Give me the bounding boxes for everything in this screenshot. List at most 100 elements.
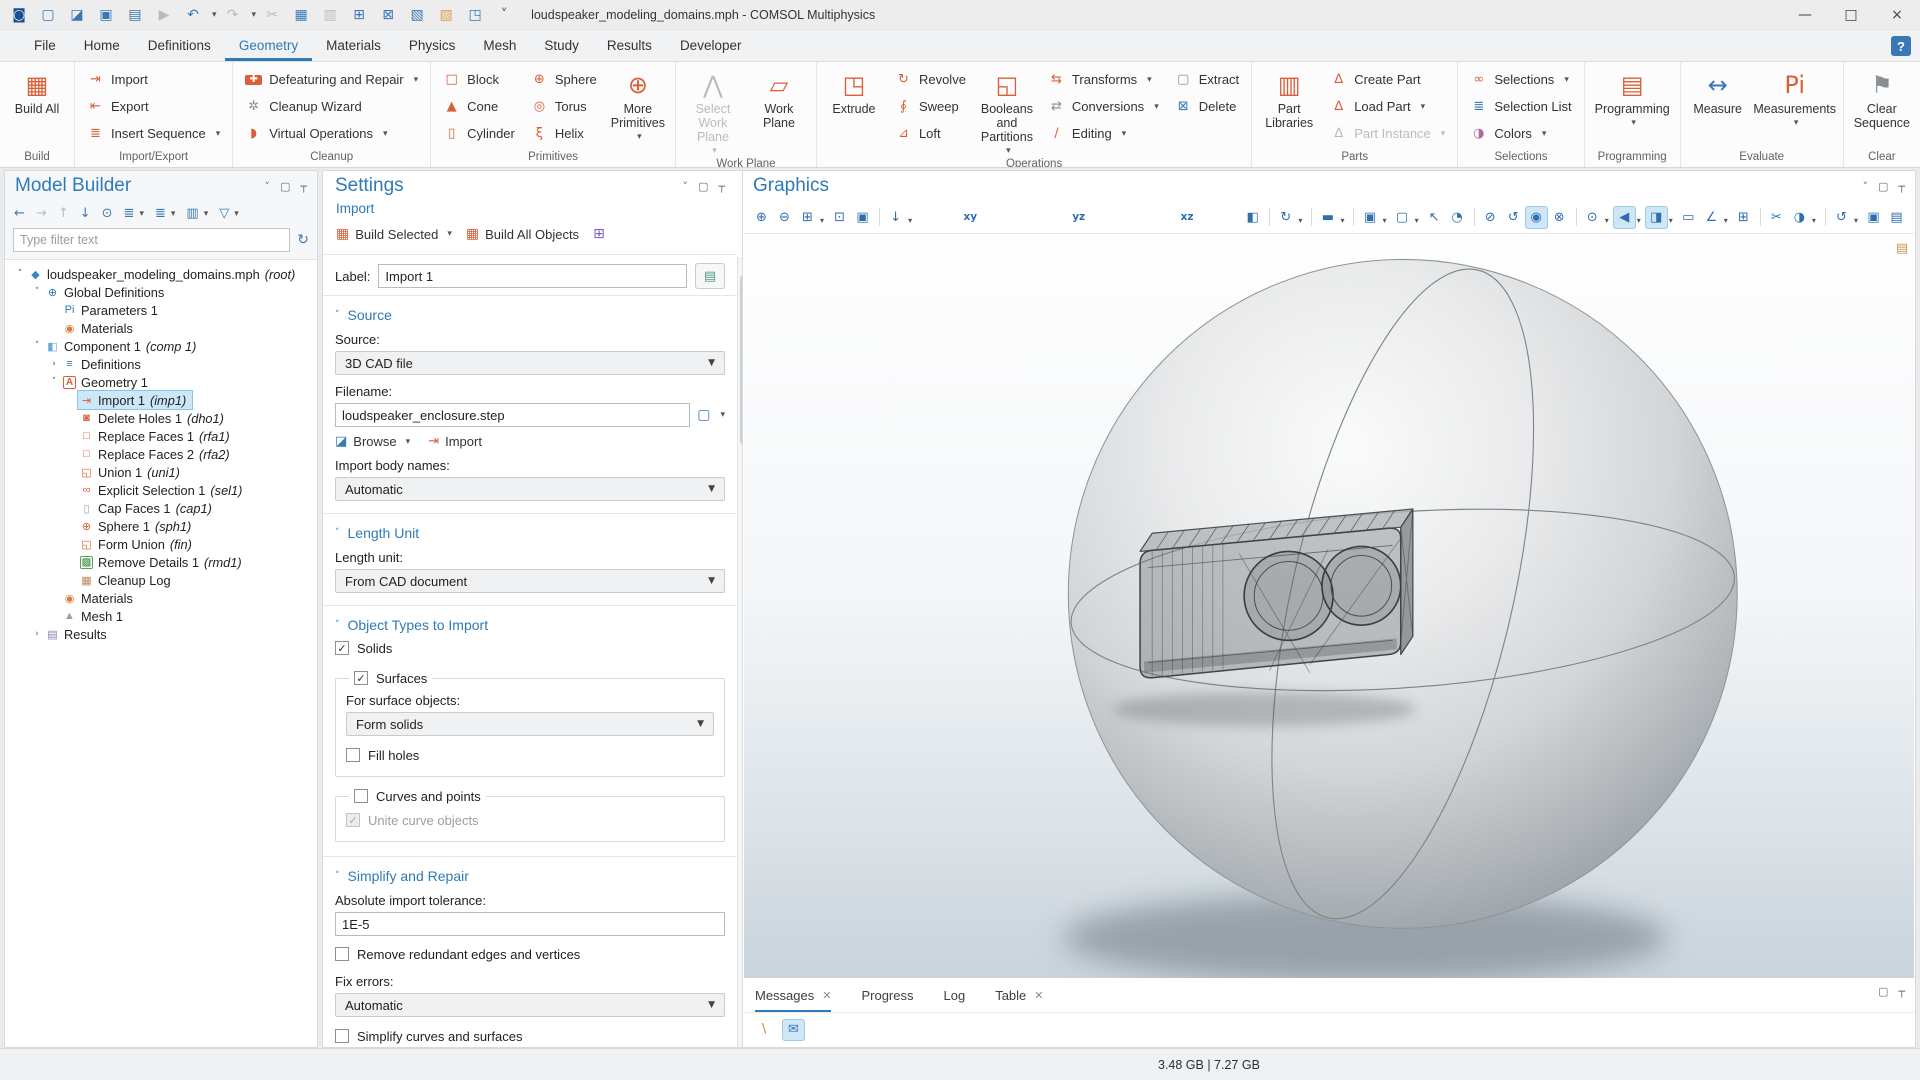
reset-hiding-icon[interactable]: ↺ bbox=[1502, 206, 1525, 229]
tree-toggle-icon[interactable]: › bbox=[47, 359, 61, 369]
section-object-types[interactable]: ˅Object Types to Import bbox=[335, 617, 725, 633]
ribbon-editing-button[interactable]: ∕Editing▾ bbox=[1041, 120, 1166, 147]
minimize-button[interactable]: — bbox=[1782, 0, 1828, 30]
panel-menu-icon[interactable]: ˅ bbox=[264, 181, 270, 192]
float-panel-icon[interactable]: ▢ bbox=[1878, 181, 1888, 192]
default-3d-view-icon[interactable]: ◧ bbox=[1241, 206, 1264, 229]
tree-filter-input[interactable] bbox=[13, 228, 290, 252]
redo-icon[interactable]: ↷ bbox=[220, 3, 246, 27]
ribbon-select-work-plane-button[interactable]: ⋀Select Work Plane▾ bbox=[681, 66, 745, 158]
view-axes-caret-icon[interactable]: ▾ bbox=[1724, 216, 1728, 225]
ribbon-revolve-button[interactable]: ↻Revolve bbox=[888, 66, 973, 93]
label-aux-button[interactable]: ▤ bbox=[695, 263, 725, 289]
float-panel-icon[interactable]: ▢ bbox=[698, 181, 708, 192]
tree-item-loudspeaker-modeling-domains-mph[interactable]: ˅◆loudspeaker_modeling_domains.mph(root) bbox=[5, 265, 317, 283]
color-palette-caret-icon[interactable]: ▾ bbox=[1812, 216, 1816, 225]
delete-icon[interactable]: ⊠ bbox=[375, 3, 401, 27]
length-unit-select[interactable]: From CAD document▼ bbox=[335, 569, 725, 593]
tree-item-mesh-1[interactable]: ▲Mesh 1 bbox=[5, 607, 317, 625]
sound-pressure-icon[interactable]: ◀ bbox=[1613, 206, 1636, 229]
grid-icon[interactable]: ⊞ bbox=[1732, 206, 1755, 229]
run-icon[interactable]: ▶ bbox=[151, 3, 177, 27]
tolerance-input[interactable] bbox=[335, 912, 725, 936]
tree-item-sphere-1[interactable]: ⊕Sphere 1(sph1) bbox=[5, 517, 317, 535]
fill-holes-checkbox[interactable]: Fill holes bbox=[346, 744, 714, 766]
pin-panel-icon[interactable]: ┬ bbox=[1898, 181, 1905, 192]
go-to-view-icon[interactable]: ↓ bbox=[884, 206, 907, 229]
forward-button[interactable]: → bbox=[36, 207, 47, 220]
view-yz-icon[interactable]: yz bbox=[1025, 206, 1133, 229]
material-rendering-icon[interactable]: ◨ bbox=[1645, 206, 1668, 229]
build-all-objects-button[interactable]: ▦ Build All Objects bbox=[466, 227, 579, 242]
print-icon[interactable]: ▤ bbox=[1885, 206, 1908, 229]
section-simplify-repair[interactable]: ˅Simplify and Repair bbox=[335, 868, 725, 884]
zoom-selected-icon[interactable]: ▣ bbox=[851, 206, 874, 229]
color-palette-icon[interactable]: ◑ bbox=[1788, 206, 1811, 229]
orbit-environment-icon[interactable]: ⊙ bbox=[1581, 206, 1604, 229]
ribbon-part-libraries-button[interactable]: ▥Part Libraries bbox=[1257, 66, 1321, 147]
close-button[interactable]: × bbox=[1874, 0, 1920, 30]
new-file-icon[interactable]: ▢ bbox=[35, 3, 61, 27]
paste-icon[interactable]: ▥ bbox=[317, 3, 343, 27]
file-location-icon[interactable]: ▢ bbox=[697, 407, 710, 423]
help-button[interactable]: ? bbox=[1891, 36, 1911, 56]
panel-menu-icon[interactable]: ˅ bbox=[1862, 181, 1868, 192]
tree-toggle-icon[interactable]: › bbox=[30, 629, 44, 639]
ribbon-virtual-operations-button[interactable]: ◗Virtual Operations▾ bbox=[238, 120, 425, 147]
ribbon-programming-button[interactable]: ▤Programming▾ bbox=[1590, 66, 1675, 146]
remove-redundant-checkbox[interactable]: Remove redundant edges and vertices bbox=[335, 943, 725, 965]
close-tab-icon[interactable]: ✕ bbox=[1034, 989, 1043, 1002]
collapse-all-button[interactable]: ≣▾ bbox=[124, 207, 144, 220]
paint-select-icon[interactable]: ◔ bbox=[1446, 206, 1469, 229]
tree-item-materials[interactable]: ◉Materials bbox=[5, 589, 317, 607]
ribbon-export-button[interactable]: ⇤Export bbox=[80, 93, 227, 120]
tree-item-cleanup-log[interactable]: ▦Cleanup Log bbox=[5, 571, 317, 589]
preview-file-icon[interactable]: ◳ bbox=[462, 3, 488, 27]
section-source[interactable]: ˅Source bbox=[335, 307, 725, 323]
update-view-caret-icon[interactable]: ▾ bbox=[1854, 216, 1858, 225]
ribbon-measurements-button[interactable]: PiMeasurements▾ bbox=[1752, 66, 1838, 146]
ribbon-delete-button[interactable]: ⊠Delete bbox=[1168, 93, 1246, 120]
ribbon-selection-list-button[interactable]: ≣Selection List bbox=[1463, 93, 1578, 120]
ribbon-tab-mesh[interactable]: Mesh bbox=[469, 30, 530, 61]
tree-item-results[interactable]: ›▤Results bbox=[5, 625, 317, 643]
snapshot-icon[interactable]: ▣ bbox=[1862, 206, 1885, 229]
section-length-unit[interactable]: ˅Length Unit bbox=[335, 525, 725, 541]
sound-pressure-caret-icon[interactable]: ▾ bbox=[1637, 216, 1641, 225]
ribbon-tab-results[interactable]: Results bbox=[593, 30, 666, 61]
view-unhidden-only-icon[interactable]: ◉ bbox=[1525, 206, 1548, 229]
ribbon-transforms-button[interactable]: ⇆Transforms▾ bbox=[1041, 66, 1166, 93]
tree-item-replace-faces-2[interactable]: □Replace Faces 2(rfa2) bbox=[5, 445, 317, 463]
tree-toggle-icon[interactable]: ˅ bbox=[30, 287, 44, 297]
graphics-viewport[interactable]: ▤ bbox=[744, 233, 1914, 980]
close-tab-icon[interactable]: ✕ bbox=[822, 989, 831, 1002]
ribbon-measure-button[interactable]: ↔Measure bbox=[1686, 66, 1750, 146]
surfaces-checkbox[interactable]: Surfaces bbox=[354, 667, 427, 689]
environment-box-icon[interactable]: ▭ bbox=[1677, 206, 1700, 229]
filter-button[interactable]: ▽▾ bbox=[219, 207, 239, 220]
show-button[interactable]: ⊙ bbox=[102, 207, 113, 220]
fix-errors-select[interactable]: Automatic▼ bbox=[335, 993, 725, 1017]
material-rendering-caret-icon[interactable]: ▾ bbox=[1669, 216, 1673, 225]
rotate-view-caret-icon[interactable]: ▾ bbox=[1298, 216, 1302, 225]
ribbon-clear-sequence-button[interactable]: ⚑Clear Sequence bbox=[1849, 66, 1915, 146]
hide-objects-icon[interactable]: ⊘ bbox=[1479, 206, 1502, 229]
browse-button[interactable]: ◪ Browse▾ bbox=[335, 434, 410, 449]
tree-item-parameters-1[interactable]: PiParameters 1 bbox=[5, 301, 317, 319]
ribbon-extrude-button[interactable]: ◳Extrude bbox=[822, 66, 886, 158]
select-rectangle-icon[interactable]: ▧ bbox=[404, 3, 430, 27]
ribbon-tab-geometry[interactable]: Geometry bbox=[225, 30, 312, 61]
copy-icon[interactable]: ▦ bbox=[288, 3, 314, 27]
import-body-names-select[interactable]: Automatic▼ bbox=[335, 477, 725, 501]
view-hidden-only-icon[interactable]: ⊗ bbox=[1548, 206, 1571, 229]
ribbon-create-part-button[interactable]: ∆Create Part bbox=[1323, 66, 1452, 93]
select-boundaries-icon[interactable]: ▢ bbox=[1391, 206, 1414, 229]
clear-messages-icon[interactable]: ∖ bbox=[752, 1019, 775, 1041]
tree-toggle-icon[interactable]: ˅ bbox=[30, 341, 44, 351]
model-tree-nodes-button[interactable]: ▥▾ bbox=[186, 207, 208, 220]
simplify-curves-checkbox[interactable]: Simplify curves and surfaces bbox=[335, 1025, 725, 1047]
pin-panel-icon[interactable]: ┬ bbox=[300, 181, 307, 192]
paint-selection-icon[interactable]: ▨ bbox=[433, 3, 459, 27]
maximize-button[interactable]: □ bbox=[1828, 0, 1874, 30]
ribbon-load-part-button[interactable]: ∆Load Part▾ bbox=[1323, 93, 1452, 120]
